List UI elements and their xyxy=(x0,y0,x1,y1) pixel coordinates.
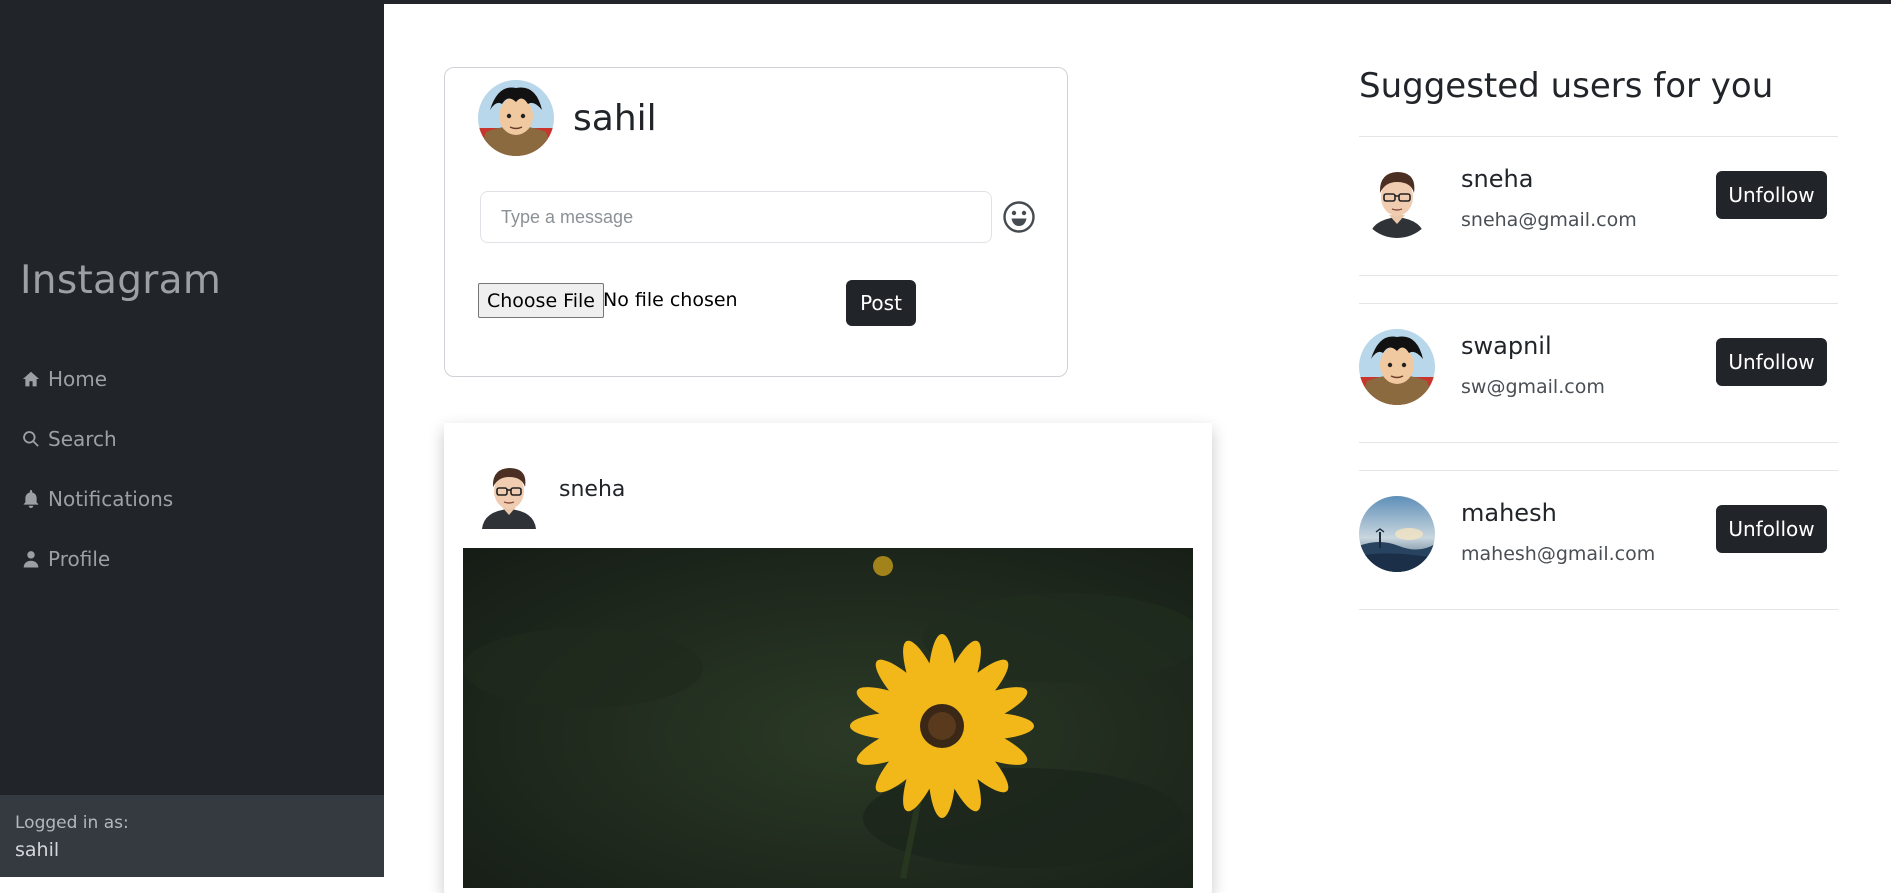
suggested-user-name: swapnil xyxy=(1461,332,1552,360)
sidebar-item-notifications[interactable]: Notifications xyxy=(20,469,173,529)
suggested-user-name: mahesh xyxy=(1461,499,1557,527)
brand-logo[interactable]: Instagram xyxy=(20,258,221,303)
suggested-user-email: mahesh@gmail.com xyxy=(1461,543,1656,565)
file-status: No file chosen xyxy=(603,289,738,311)
post-button[interactable]: Post xyxy=(846,280,916,326)
post-image xyxy=(463,548,1193,888)
suggested-user-avatar[interactable] xyxy=(1359,329,1435,405)
composer-username: sahil xyxy=(573,98,657,139)
suggestions-title: Suggested users for you xyxy=(1359,66,1774,106)
person-icon xyxy=(20,548,42,570)
sidebar-item-search[interactable]: Search xyxy=(20,409,173,469)
suggested-user-email: sneha@gmail.com xyxy=(1461,209,1637,231)
logged-in-username: sahil xyxy=(15,839,60,861)
suggested-user: swapnil sw@gmail.com Unfollow xyxy=(1359,303,1838,443)
logged-in-panel: Logged in as: sahil xyxy=(0,795,384,877)
suggestions-list: sneha sneha@gmail.com Unfollow swapnil s… xyxy=(1359,136,1838,637)
post-author-avatar[interactable] xyxy=(474,459,544,529)
feed-post: sneha xyxy=(444,423,1212,893)
bell-icon xyxy=(20,488,42,510)
unfollow-button[interactable]: Unfollow xyxy=(1716,338,1827,386)
message-input[interactable] xyxy=(480,191,992,243)
suggested-user-avatar[interactable] xyxy=(1359,162,1435,238)
smiley-icon[interactable] xyxy=(1002,200,1036,234)
sidebar: Instagram Home Search Notifications Prof… xyxy=(0,0,384,877)
suggested-user-avatar[interactable] xyxy=(1359,496,1435,572)
search-icon xyxy=(20,428,42,450)
sidebar-item-home[interactable]: Home xyxy=(20,349,173,409)
suggested-user: sneha sneha@gmail.com Unfollow xyxy=(1359,136,1838,276)
sidebar-item-profile[interactable]: Profile xyxy=(20,529,173,589)
unfollow-button[interactable]: Unfollow xyxy=(1716,171,1827,219)
post-author-name: sneha xyxy=(559,477,626,502)
logged-in-label: Logged in as: xyxy=(15,813,129,833)
sidebar-item-label: Home xyxy=(48,367,108,391)
avatar[interactable] xyxy=(478,80,554,156)
suggested-user-name: sneha xyxy=(1461,165,1534,193)
sidebar-item-label: Search xyxy=(48,427,117,451)
sidebar-item-label: Notifications xyxy=(48,487,174,511)
sidebar-item-label: Profile xyxy=(48,547,111,571)
choose-file-button[interactable]: Choose File xyxy=(478,283,604,318)
suggested-user-email: sw@gmail.com xyxy=(1461,376,1605,398)
sidebar-nav: Home Search Notifications Profile xyxy=(20,349,173,589)
home-icon xyxy=(20,368,42,390)
suggested-user: mahesh mahesh@gmail.com Unfollow xyxy=(1359,470,1838,610)
unfollow-button[interactable]: Unfollow xyxy=(1716,505,1827,553)
post-composer: sahil Choose File No file chosen Post xyxy=(444,67,1068,377)
